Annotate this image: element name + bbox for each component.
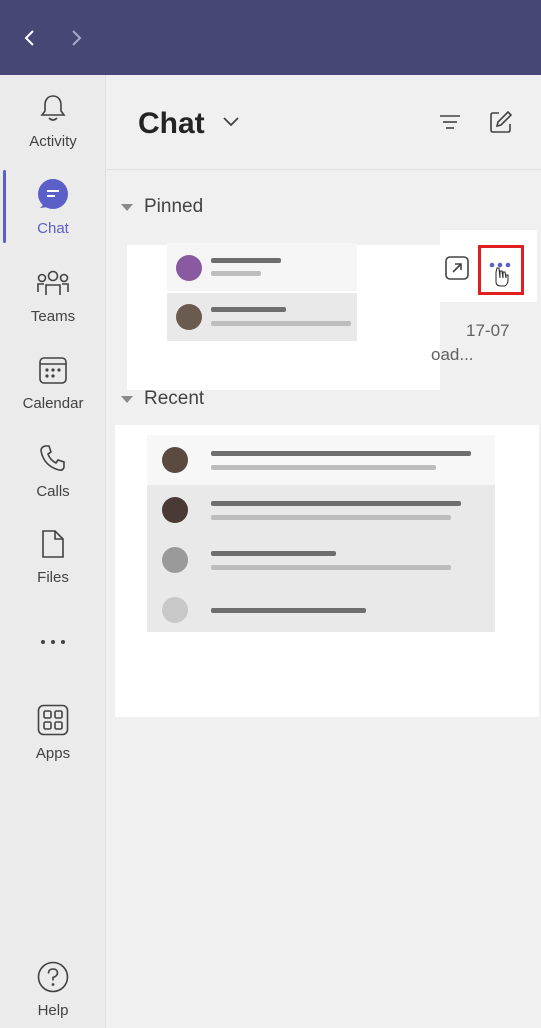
file-icon	[36, 527, 70, 561]
chat-icon	[36, 178, 70, 212]
filter-icon[interactable]	[437, 109, 463, 135]
caret-down-icon	[121, 395, 133, 403]
more-options-icon	[489, 262, 511, 287]
more-apps-icon	[36, 626, 70, 658]
chat-timestamp: 17-07	[466, 321, 510, 340]
list-item[interactable]	[147, 435, 495, 485]
redacted-text	[211, 271, 261, 276]
app-rail: Activity Chat Teams Calendar Calls Files	[0, 75, 106, 1028]
avatar	[176, 304, 202, 330]
section-label: Recent	[144, 388, 205, 409]
pop-out-icon[interactable]	[444, 255, 470, 281]
avatar	[162, 547, 188, 573]
rail-item-help[interactable]: Help	[0, 960, 106, 1028]
chat-list-pane: Chat Pinned 17-07 oad... Recent	[107, 75, 541, 1028]
redacted-text	[211, 608, 366, 613]
rail-item-activity[interactable]: Activity	[0, 91, 106, 171]
chevron-down-icon[interactable]	[221, 112, 241, 132]
rail-item-files[interactable]: Files	[0, 527, 106, 607]
avatar	[176, 255, 202, 281]
rail-item-label: Calls	[36, 483, 70, 500]
rail-item-calls[interactable]: Calls	[0, 441, 106, 521]
redacted-text	[211, 565, 451, 570]
list-item[interactable]	[147, 485, 495, 535]
rail-item-apps[interactable]: Apps	[0, 703, 106, 783]
calendar-icon	[36, 353, 70, 387]
redacted-text	[211, 258, 281, 263]
section-recent[interactable]: Recent	[121, 388, 204, 410]
more-options-button[interactable]	[478, 245, 524, 295]
rail-item-label: Teams	[30, 308, 76, 325]
back-button[interactable]	[14, 22, 46, 54]
recent-chats-card-lower	[123, 675, 526, 717]
chat-header: Chat	[107, 75, 541, 170]
rail-item-chat[interactable]: Chat	[0, 178, 106, 258]
rail-item-label: Chat	[37, 220, 69, 237]
avatar	[162, 447, 188, 473]
page-title: Chat	[138, 107, 205, 140]
title-bar	[0, 0, 541, 75]
list-item[interactable]	[147, 535, 495, 585]
rail-item-label: Help	[37, 1002, 69, 1019]
new-chat-icon[interactable]	[488, 109, 514, 135]
rail-item-teams[interactable]: Teams	[0, 266, 106, 346]
redacted-text	[211, 307, 286, 312]
redacted-text	[211, 321, 351, 326]
rail-item-label: Files	[37, 569, 69, 586]
phone-icon	[36, 441, 70, 475]
redacted-text	[211, 515, 451, 520]
forward-button[interactable]	[60, 22, 92, 54]
chevron-left-icon	[24, 30, 34, 46]
rail-item-label: Apps	[35, 745, 71, 762]
avatar	[162, 597, 188, 623]
redacted-text	[211, 465, 436, 470]
rail-item-calendar[interactable]: Calendar	[0, 353, 106, 433]
redacted-text	[211, 551, 336, 556]
section-pinned[interactable]: Pinned	[121, 196, 203, 218]
avatar	[162, 497, 188, 523]
section-label: Pinned	[144, 196, 204, 217]
rail-item-more-apps[interactable]	[0, 626, 106, 658]
help-icon	[36, 960, 70, 994]
caret-down-icon	[121, 203, 133, 211]
rail-item-label: Calendar	[22, 395, 84, 412]
redacted-text	[211, 501, 461, 506]
rail-item-label: Activity	[29, 133, 77, 150]
redacted-text	[211, 451, 471, 456]
teams-icon	[36, 266, 70, 300]
apps-icon	[36, 703, 70, 737]
chat-preview: oad...	[431, 345, 474, 364]
bell-icon	[36, 91, 70, 125]
chevron-right-icon	[72, 30, 82, 46]
